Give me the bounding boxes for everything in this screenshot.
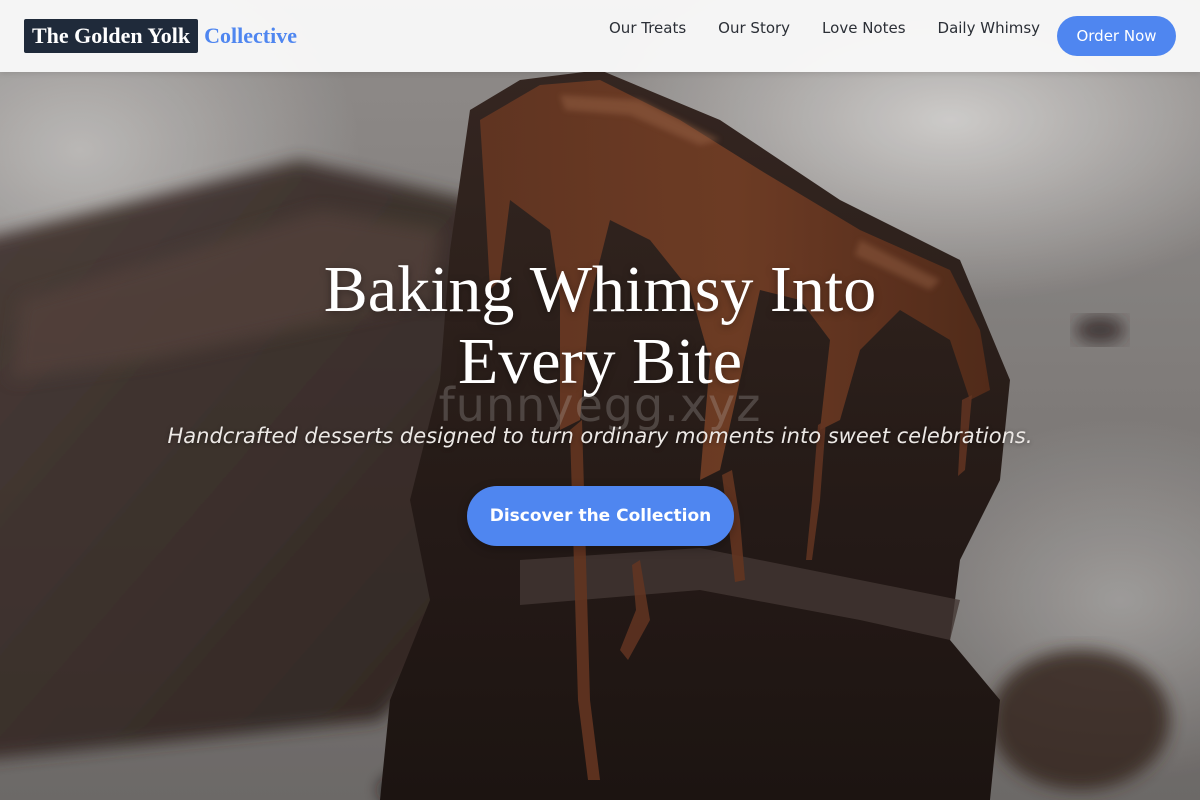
nav-link-daily-whimsy[interactable]: Daily Whimsy (938, 18, 1041, 38)
hero-section: Baking Whimsy Into Every Bite funnyegg.x… (0, 0, 1200, 800)
nav-link-our-story[interactable]: Our Story (718, 18, 790, 38)
nav-link-love-notes[interactable]: Love Notes (822, 18, 905, 38)
main-nav: Our Treats Our Story Love Notes Daily Wh… (609, 18, 1072, 38)
logo-accent-text: Collective (204, 23, 297, 48)
order-now-button[interactable]: Order Now (1057, 16, 1176, 56)
logo-main-text: The Golden Yolk (24, 19, 199, 53)
hero-subtitle: Handcrafted desserts designed to turn or… (167, 424, 1033, 448)
discover-collection-button[interactable]: Discover the Collection (467, 486, 734, 546)
logo[interactable]: The Golden Yolk Collective (24, 19, 297, 53)
hero-title-line-1: Baking Whimsy Into (323, 253, 877, 326)
nav-link-our-treats[interactable]: Our Treats (609, 18, 686, 38)
site-header: The Golden Yolk Collective Our Treats Ou… (0, 0, 1200, 72)
hero-title: Baking Whimsy Into Every Bite (200, 254, 1000, 398)
